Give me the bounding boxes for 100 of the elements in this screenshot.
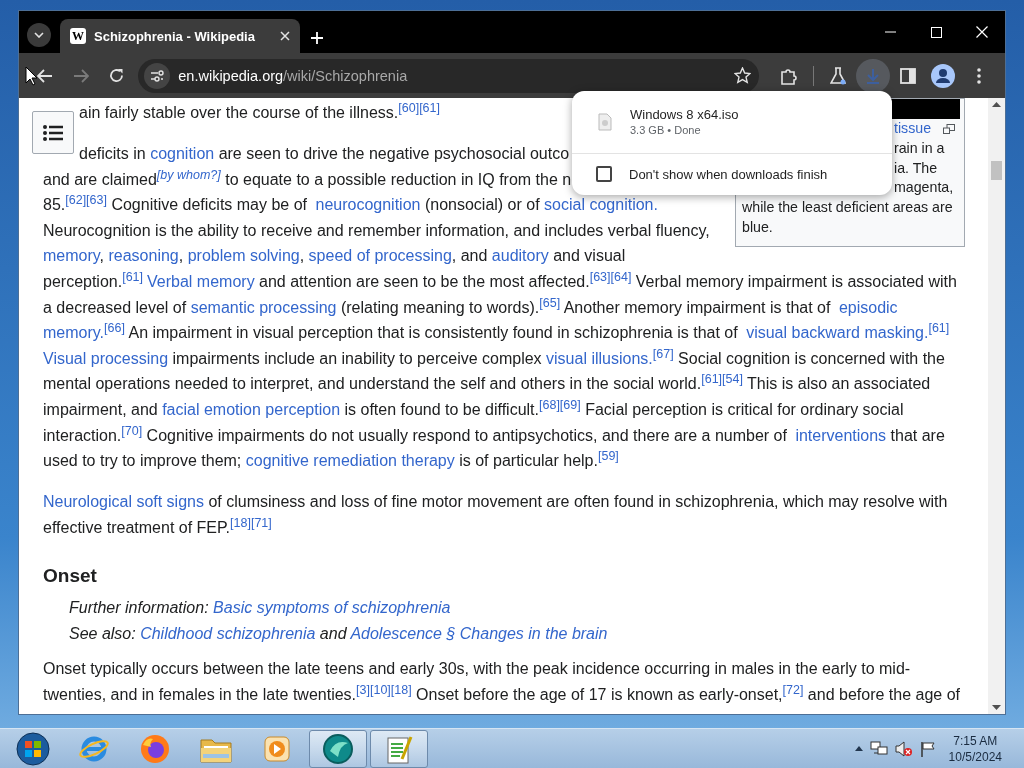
article-link[interactable]: auditory <box>491 247 549 265</box>
taskbar-button[interactable] <box>309 729 367 768</box>
minimize-icon[interactable] <box>884 31 896 33</box>
citation-link[interactable]: [65] <box>539 295 561 310</box>
maximize-icon[interactable] <box>930 26 942 38</box>
site-settings-icon[interactable] <box>144 62 171 89</box>
article-link[interactable]: problem solving <box>187 247 300 265</box>
paragraph-line: memory, reasoning, problem solving, speed of processing, and auditory and visual <box>43 246 626 267</box>
scroll-up-icon[interactable] <box>992 101 1001 107</box>
article-link[interactable]: Verbal memory <box>147 272 255 290</box>
browser-tab[interactable]: W Schizophrenia - Wikipedia <box>60 19 300 53</box>
enlarge-icon[interactable] <box>943 123 956 134</box>
checkbox-label[interactable]: Don't show when downloads finish <box>629 166 828 182</box>
citation-link[interactable]: [61][54] <box>701 372 743 386</box>
downloads-button[interactable] <box>855 58 890 93</box>
article-link[interactable]: visual illusions. <box>546 349 653 367</box>
paragraph-line: mental operations needed to interpret, and understand the self and others in the social world.$^{[61][54]}$ This is also an associated <box>43 371 931 395</box>
article-link[interactable]: reasoning <box>108 247 179 265</box>
taskbar-button[interactable] <box>370 729 428 768</box>
list-icon <box>43 123 63 142</box>
article-link[interactable]: Childhood schizophrenia <box>140 625 316 643</box>
puzzle-piece-icon[interactable] <box>780 66 799 85</box>
close-icon[interactable] <box>280 31 290 41</box>
paragraph-line: effective treatment of FEP.$^{[18][71]}$ <box>43 514 272 538</box>
article-link[interactable]: Basic symptoms of schizophrenia <box>213 599 451 617</box>
side-panel-icon[interactable] <box>899 67 916 84</box>
citation-link[interactable]: [60][61] <box>398 100 440 115</box>
section-heading: Onset <box>43 564 98 589</box>
article-link[interactable]: Adolescence § Changes in the brain <box>350 625 608 643</box>
paragraph-line: Onset typically occurs between the late teens and early 30s, with the peak incidence occurring in males in the early to mid- <box>43 659 911 680</box>
start-orb-icon[interactable] <box>16 731 50 766</box>
paragraph-line: twenties, and in females in the late twenties.$^{[3][10][18]}$ Onset before the age of 17 is known as early-onset,$^{[72]}$ and before the age of <box>43 681 960 705</box>
scrollbar[interactable] <box>988 98 1005 714</box>
volume-muted-icon[interactable] <box>894 740 913 757</box>
file-name[interactable]: Windows 8 x64.iso <box>630 106 739 123</box>
citation-link[interactable]: [63][64] <box>589 269 632 284</box>
article-link[interactable]: interventions <box>795 426 887 444</box>
reload-icon[interactable] <box>108 68 124 83</box>
table-of-contents-button[interactable] <box>32 111 74 154</box>
article-link[interactable]: memory. <box>43 324 105 342</box>
article-link[interactable]: memory <box>43 247 100 265</box>
caption-link[interactable]: tissue <box>894 119 932 139</box>
citation-needed-link[interactable]: [by whom?] <box>156 167 221 182</box>
article-link[interactable]: episodic <box>838 298 898 316</box>
scrollbar-thumb[interactable] <box>991 161 1002 180</box>
scroll-down-icon[interactable] <box>992 705 1001 711</box>
menu-icon[interactable] <box>977 67 982 84</box>
paragraph-line: memory.$^{[66]}$ An impairment in visual perception that is consistently found in schizophrenia is that of visual backward masking.$^{[61]}$ <box>43 320 950 344</box>
paragraph-line: Neurological soft signs of clumsiness and loss of fine motor movement are often found in schizophrenia, which may resolve with <box>43 492 948 513</box>
hatnote-line: Further information: Basic symptoms of schizophrenia <box>69 598 451 619</box>
plus-icon[interactable] <box>310 31 324 45</box>
paragraph-line: Visual processing impairments include an inability to perceive complex visual illusions.$^{[67]}$ Social cognition is concerned with the <box>43 345 945 369</box>
article-link[interactable]: neurocognition <box>315 196 421 214</box>
checkbox[interactable] <box>596 166 612 182</box>
back-arrow-icon[interactable] <box>36 68 53 83</box>
flag-icon[interactable] <box>919 740 936 757</box>
star-icon[interactable] <box>734 67 752 84</box>
article-link[interactable]: Neurological soft signs <box>43 493 204 511</box>
paragraph-line: a decreased level of semantic processing (relating meaning to words).$^{[65]}$ Another memory impairment is that of episodic <box>43 294 898 318</box>
paragraph-line: impairment, and facial emotion perception is often found to be difficult.$^{[68][69]}$ Facial perception is critical for ordinary social <box>43 396 904 420</box>
citation-link[interactable]: [66] <box>104 320 125 335</box>
chevron-down-icon <box>34 32 44 38</box>
article-link[interactable]: speed of processing <box>308 247 452 265</box>
app-orb-icon[interactable] <box>322 732 354 765</box>
address-bar[interactable]: en.wikipedia.org/wiki/Schizophrenia <box>138 58 760 93</box>
article-link[interactable]: facial emotion perception <box>162 400 341 418</box>
article-link[interactable]: Visual processing <box>43 349 169 367</box>
tab-search-button[interactable] <box>27 23 51 47</box>
paragraph-line: and are claimed$^{[by whom?]}$ to equate to a possible reduction in IQ from the n <box>43 166 572 190</box>
citation-link[interactable]: [70] <box>121 423 143 438</box>
article-link[interactable]: social cognition. <box>544 196 658 214</box>
citation-link[interactable]: [61] <box>928 320 950 335</box>
mouse-cursor-icon <box>25 66 38 86</box>
url-text: en.wikipedia.org/wiki/Schizophrenia <box>178 67 409 84</box>
citation-link[interactable]: [61] <box>122 269 144 284</box>
citation-link[interactable]: [72] <box>782 682 804 697</box>
fox-browser-icon[interactable] <box>139 732 171 765</box>
download-icon <box>865 67 880 84</box>
article-link[interactable]: cognitive remediation therapy <box>245 452 455 470</box>
citation-link[interactable]: [62][63] <box>65 192 107 207</box>
article-link[interactable]: visual backward masking. <box>746 324 929 342</box>
citation-link[interactable]: [3][10][18] <box>356 682 412 697</box>
citation-link[interactable]: [68][69] <box>539 397 581 412</box>
profile-avatar-icon[interactable] <box>931 63 956 88</box>
article-link[interactable]: cognition <box>150 145 215 162</box>
clock[interactable]: 7:15 AM 10/5/2024 <box>948 732 1002 765</box>
citation-link[interactable]: [59] <box>597 448 619 463</box>
flask-icon[interactable] <box>830 66 846 85</box>
show-hidden-icons-icon[interactable] <box>854 746 863 751</box>
citation-link[interactable]: [18][71] <box>230 515 272 530</box>
paragraph-line: ain fairly stable over the course of the illness.$^{[60][61]}$ <box>79 100 440 123</box>
paragraph-line: interaction.$^{[70]}$ Cognitive impairments do not usually respond to antipsychotics, and there are a number of interventions that are <box>43 422 945 446</box>
paragraph-line: Neurocognition is the ability to receive and remember information, and includes verbal fluency, <box>43 220 710 241</box>
file-icon <box>598 113 612 131</box>
citation-link[interactable]: [67] <box>652 346 674 361</box>
file-status: 3.3 GB • Done <box>630 123 702 138</box>
article-link[interactable]: semantic processing <box>190 298 337 316</box>
network-icon[interactable] <box>869 740 888 757</box>
paragraph-line: perception.$^{[61]}$ Verbal memory and attention are seen to be the most affected.$^{[63][64]}$ Verbal memory impairment is associated with <box>43 268 957 292</box>
favicon: W <box>70 28 86 44</box>
